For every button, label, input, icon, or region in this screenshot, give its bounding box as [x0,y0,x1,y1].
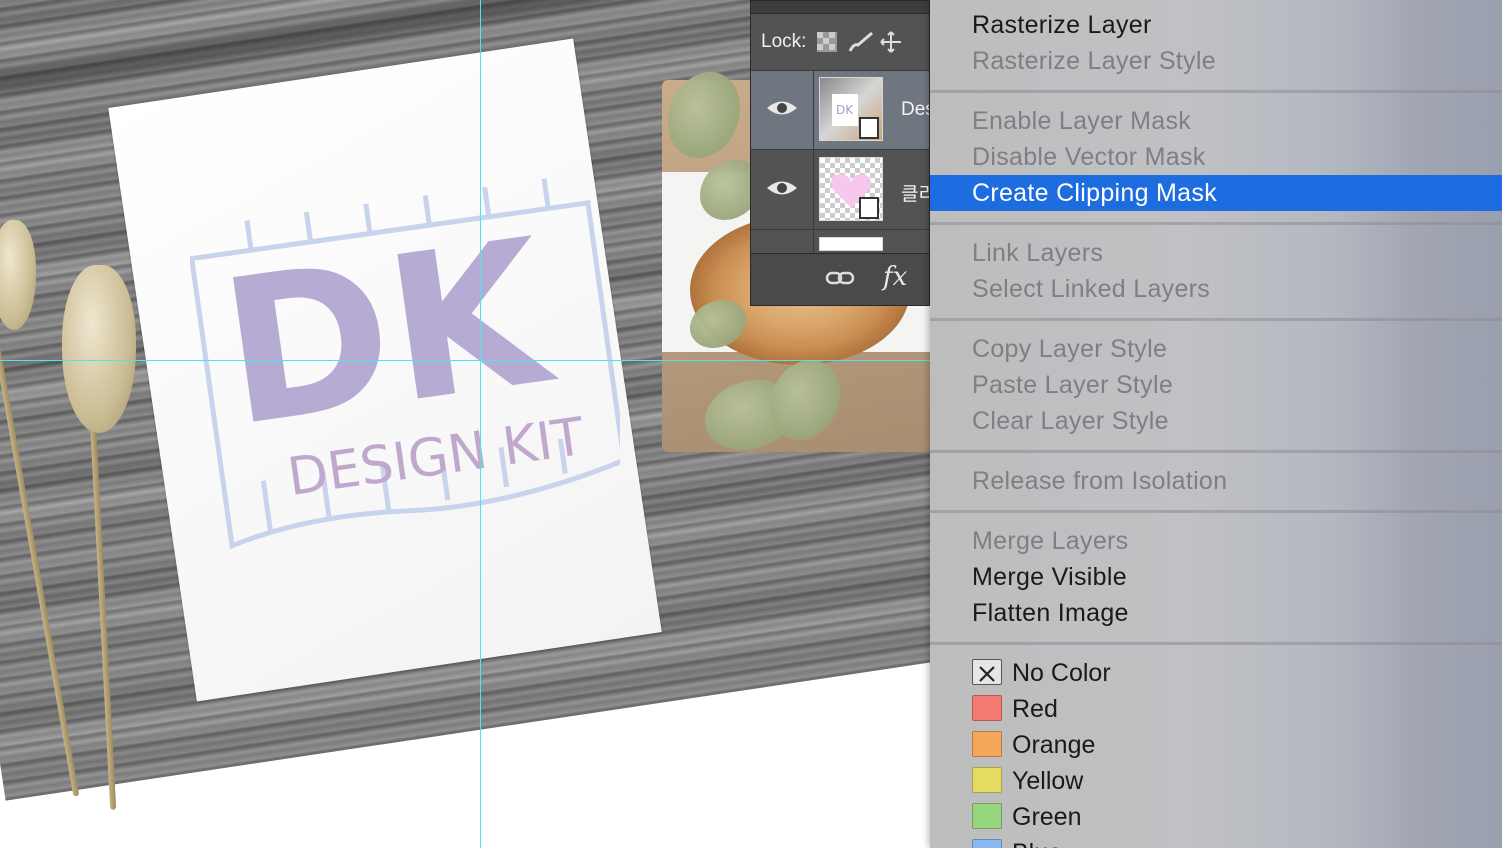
menu-item-color-none[interactable]: No Color [930,655,1502,691]
lock-transparent-pixels-icon[interactable] [816,31,838,53]
color-label: No Color [1012,659,1111,687]
menu-item-color-green[interactable]: Green [930,799,1502,835]
color-label: Blue [1012,835,1062,848]
color-label: Orange [1012,731,1096,759]
menu-separator [930,90,1502,93]
layer-context-menu: Rasterize Layer Rasterize Layer Style En… [930,0,1502,848]
blue-swatch-icon [972,839,1002,848]
menu-item-flatten-image[interactable]: Flatten Image [930,595,1502,631]
menu-item-select-linked-layers[interactable]: Select Linked Layers [930,271,1502,307]
menu-item-release-from-isolation[interactable]: Release from Isolation [930,463,1502,499]
guide-line-horizontal[interactable] [0,360,930,361]
panel-tab-strip [751,1,929,14]
menu-item-merge-visible[interactable]: Merge Visible [930,559,1502,595]
menu-item-merge-layers[interactable]: Merge Layers [930,523,1502,559]
menu-item-rasterize-layer-style[interactable]: Rasterize Layer Style [930,43,1502,79]
link-icon[interactable] [825,268,855,293]
column-divider [813,151,814,229]
menu-item-color-yellow[interactable]: Yellow [930,763,1502,799]
red-swatch-icon [972,695,1002,721]
menu-item-clear-layer-style[interactable]: Clear Layer Style [930,403,1502,439]
menu-separator [930,318,1502,321]
svg-text:DK: DK [836,103,854,117]
menu-item-color-red[interactable]: Red [930,691,1502,727]
color-label: Yellow [1012,767,1084,795]
column-divider [813,71,814,149]
orange-swatch-icon [972,731,1002,757]
menu-item-disable-vector-mask[interactable]: Disable Vector Mask [930,139,1502,175]
visibility-eye-icon[interactable] [765,97,799,119]
menu-separator [930,642,1502,645]
menu-item-color-blue[interactable]: Blue [930,835,1502,848]
layer-thumbnail[interactable]: DK [819,77,883,141]
menu-item-paste-layer-style[interactable]: Paste Layer Style [930,367,1502,403]
layer-row-clipping[interactable]: 클리 [751,151,929,230]
layer-thumbnail[interactable] [819,157,883,221]
no-color-x-icon [972,659,1002,685]
yellow-swatch-icon [972,767,1002,793]
menu-item-link-layers[interactable]: Link Layers [930,235,1502,271]
menu-separator [930,222,1502,225]
design-kit-logo: DK DESIGN KIT [190,178,620,550]
layer-name[interactable]: Des [901,99,929,121]
menu-item-enable-layer-mask[interactable]: Enable Layer Mask [930,103,1502,139]
layers-panel-footer: fx [751,253,929,305]
menu-item-copy-layer-style[interactable]: Copy Layer Style [930,331,1502,367]
lock-image-pixels-brush-icon[interactable] [848,31,874,53]
poppy-pod [62,265,136,433]
guide-line-vertical[interactable] [480,0,481,848]
layer-name[interactable]: 클리 [901,179,929,206]
green-swatch-icon [972,803,1002,829]
menu-separator [930,450,1502,453]
color-label: Red [1012,695,1058,723]
layer-thumbnail[interactable] [819,237,883,251]
menu-item-color-orange[interactable]: Orange [930,727,1502,763]
layer-row-design[interactable]: DK Des [751,71,929,150]
menu-separator [930,510,1502,513]
color-label: Green [1012,803,1082,831]
layers-panel: Lock: DK Des 클리 [750,0,930,306]
fx-icon[interactable]: fx [883,262,907,292]
menu-item-create-clipping-mask[interactable]: Create Clipping Mask [930,175,1502,211]
lock-position-move-icon[interactable] [880,31,902,53]
lock-bar: Lock: [751,14,929,71]
menu-item-rasterize-layer[interactable]: Rasterize Layer [930,7,1502,43]
visibility-eye-icon[interactable] [765,177,799,199]
lock-label: Lock: [761,31,807,52]
